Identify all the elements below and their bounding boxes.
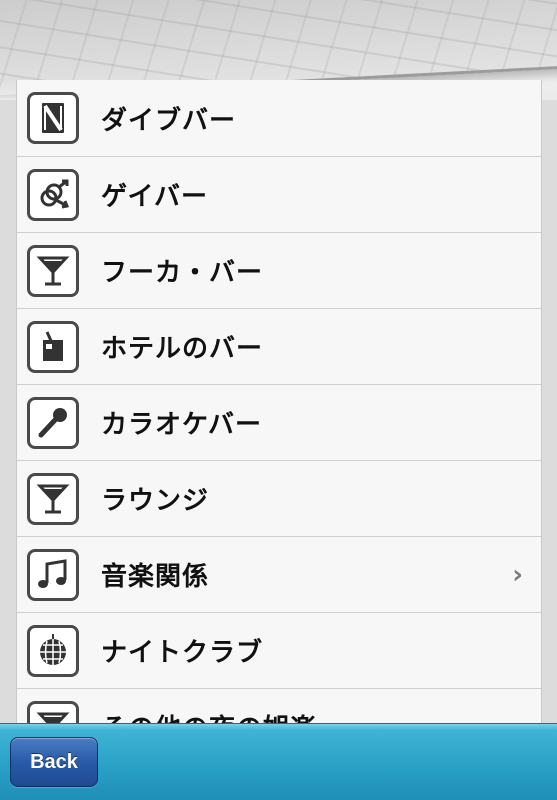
category-list: ダイブバー ゲイバー フーカ・バー ホテルのバー カラオケバー ラウンジ 音楽関… (16, 80, 542, 725)
chevron-right-icon: › (512, 559, 523, 590)
list-item-karaoke-bar[interactable]: カラオケバー (17, 385, 541, 461)
list-item-hotel-bar[interactable]: ホテルのバー (17, 309, 541, 385)
dive-bar-icon (27, 92, 79, 144)
list-item-label: フーカ・バー (101, 258, 264, 288)
disco-ball-icon (27, 624, 79, 677)
list-item-nightclub[interactable]: ナイトクラブ (17, 613, 541, 689)
list-item-other-nightlife[interactable]: その他の夜の娯楽 (17, 689, 541, 725)
list-item-lounge[interactable]: ラウンジ (17, 461, 541, 537)
list-item-gay-bar[interactable]: ゲイバー (17, 157, 541, 233)
microphone-icon (27, 396, 79, 449)
drink-glass-icon (27, 320, 79, 373)
list-item-label: ダイブバー (101, 105, 237, 136)
gay-bar-icon (27, 168, 79, 221)
list-item-label: ナイトクラブ (101, 638, 264, 668)
list-item-label: ゲイバー (101, 182, 208, 212)
cocktail-glass-icon (27, 244, 79, 297)
list-item-label: カラオケバー (101, 410, 262, 440)
back-button[interactable]: Back (10, 737, 98, 787)
list-item-label: ラウンジ (101, 486, 210, 516)
cocktail-glass-icon (27, 472, 79, 525)
list-item-label: 音楽関係 (101, 562, 210, 592)
bottom-toolbar: Back (0, 723, 557, 800)
music-note-icon (27, 548, 79, 601)
list-item-music[interactable]: 音楽関係 › (17, 537, 541, 613)
list-item-hookah-bar[interactable]: フーカ・バー (17, 233, 541, 309)
list-item-label: ホテルのバー (101, 334, 264, 364)
cocktail-glass-icon (27, 700, 79, 725)
list-item-dive-bar[interactable]: ダイブバー (17, 80, 541, 157)
